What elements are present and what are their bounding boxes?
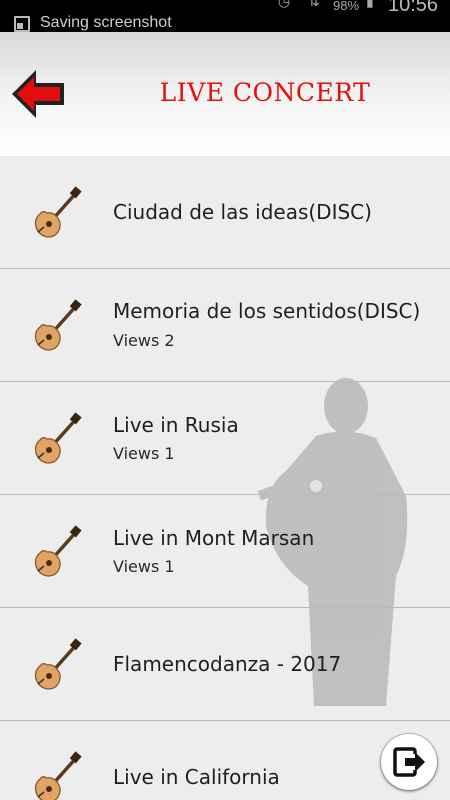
list-item[interactable]: Ciudad de las ideas(DISC): [0, 156, 450, 269]
clock: 10:56: [388, 0, 439, 16]
list-item[interactable]: Memoria de los sentidos(DISC) Views 2: [0, 269, 450, 382]
concert-list[interactable]: Ciudad de las ideas(DISC) Memoria de los…: [0, 156, 450, 800]
exit-button[interactable]: [381, 734, 437, 790]
guitar-icon: [34, 299, 82, 351]
list-item[interactable]: Live in Mont Marsan Views 1: [0, 495, 450, 608]
battery-icon: ▮: [366, 0, 374, 10]
view-count: Views 2: [113, 331, 175, 350]
guitar-icon: [34, 186, 82, 238]
list-item[interactable]: Flamencodanza - 2017: [0, 608, 450, 721]
concert-title: Live in Mont Marsan: [113, 526, 315, 550]
guitar-icon: [34, 525, 82, 577]
screenshot-icon: [14, 16, 30, 32]
page-title: LIVE CONCERT: [159, 78, 371, 107]
alarm-icon: ◷: [278, 0, 291, 10]
notification-text: Saving screenshot: [40, 14, 172, 31]
concert-title: Live in California: [113, 765, 280, 789]
back-arrow-icon: [12, 70, 64, 118]
view-count: Views 1: [113, 444, 175, 463]
guitar-icon: [34, 638, 82, 690]
back-button[interactable]: [8, 66, 68, 122]
concert-title: Live in Rusia: [113, 413, 239, 437]
concert-title: Memoria de los sentidos(DISC): [113, 299, 421, 323]
view-count: Views 1: [113, 557, 175, 576]
battery-level: 98%: [333, 0, 360, 13]
status-bar: Saving screenshot ◷ ⇅ 98% ▮ 10:56: [0, 0, 450, 32]
exit-icon: [393, 747, 425, 777]
guitar-icon: [34, 751, 82, 800]
signal-icon: ⇅: [308, 0, 320, 10]
app-header: LIVE CONCERT: [0, 32, 450, 156]
concert-title: Ciudad de las ideas(DISC): [113, 200, 372, 224]
list-item[interactable]: Live in Rusia Views 1: [0, 382, 450, 495]
guitar-icon: [34, 412, 82, 464]
concert-title: Flamencodanza - 2017: [113, 652, 342, 676]
